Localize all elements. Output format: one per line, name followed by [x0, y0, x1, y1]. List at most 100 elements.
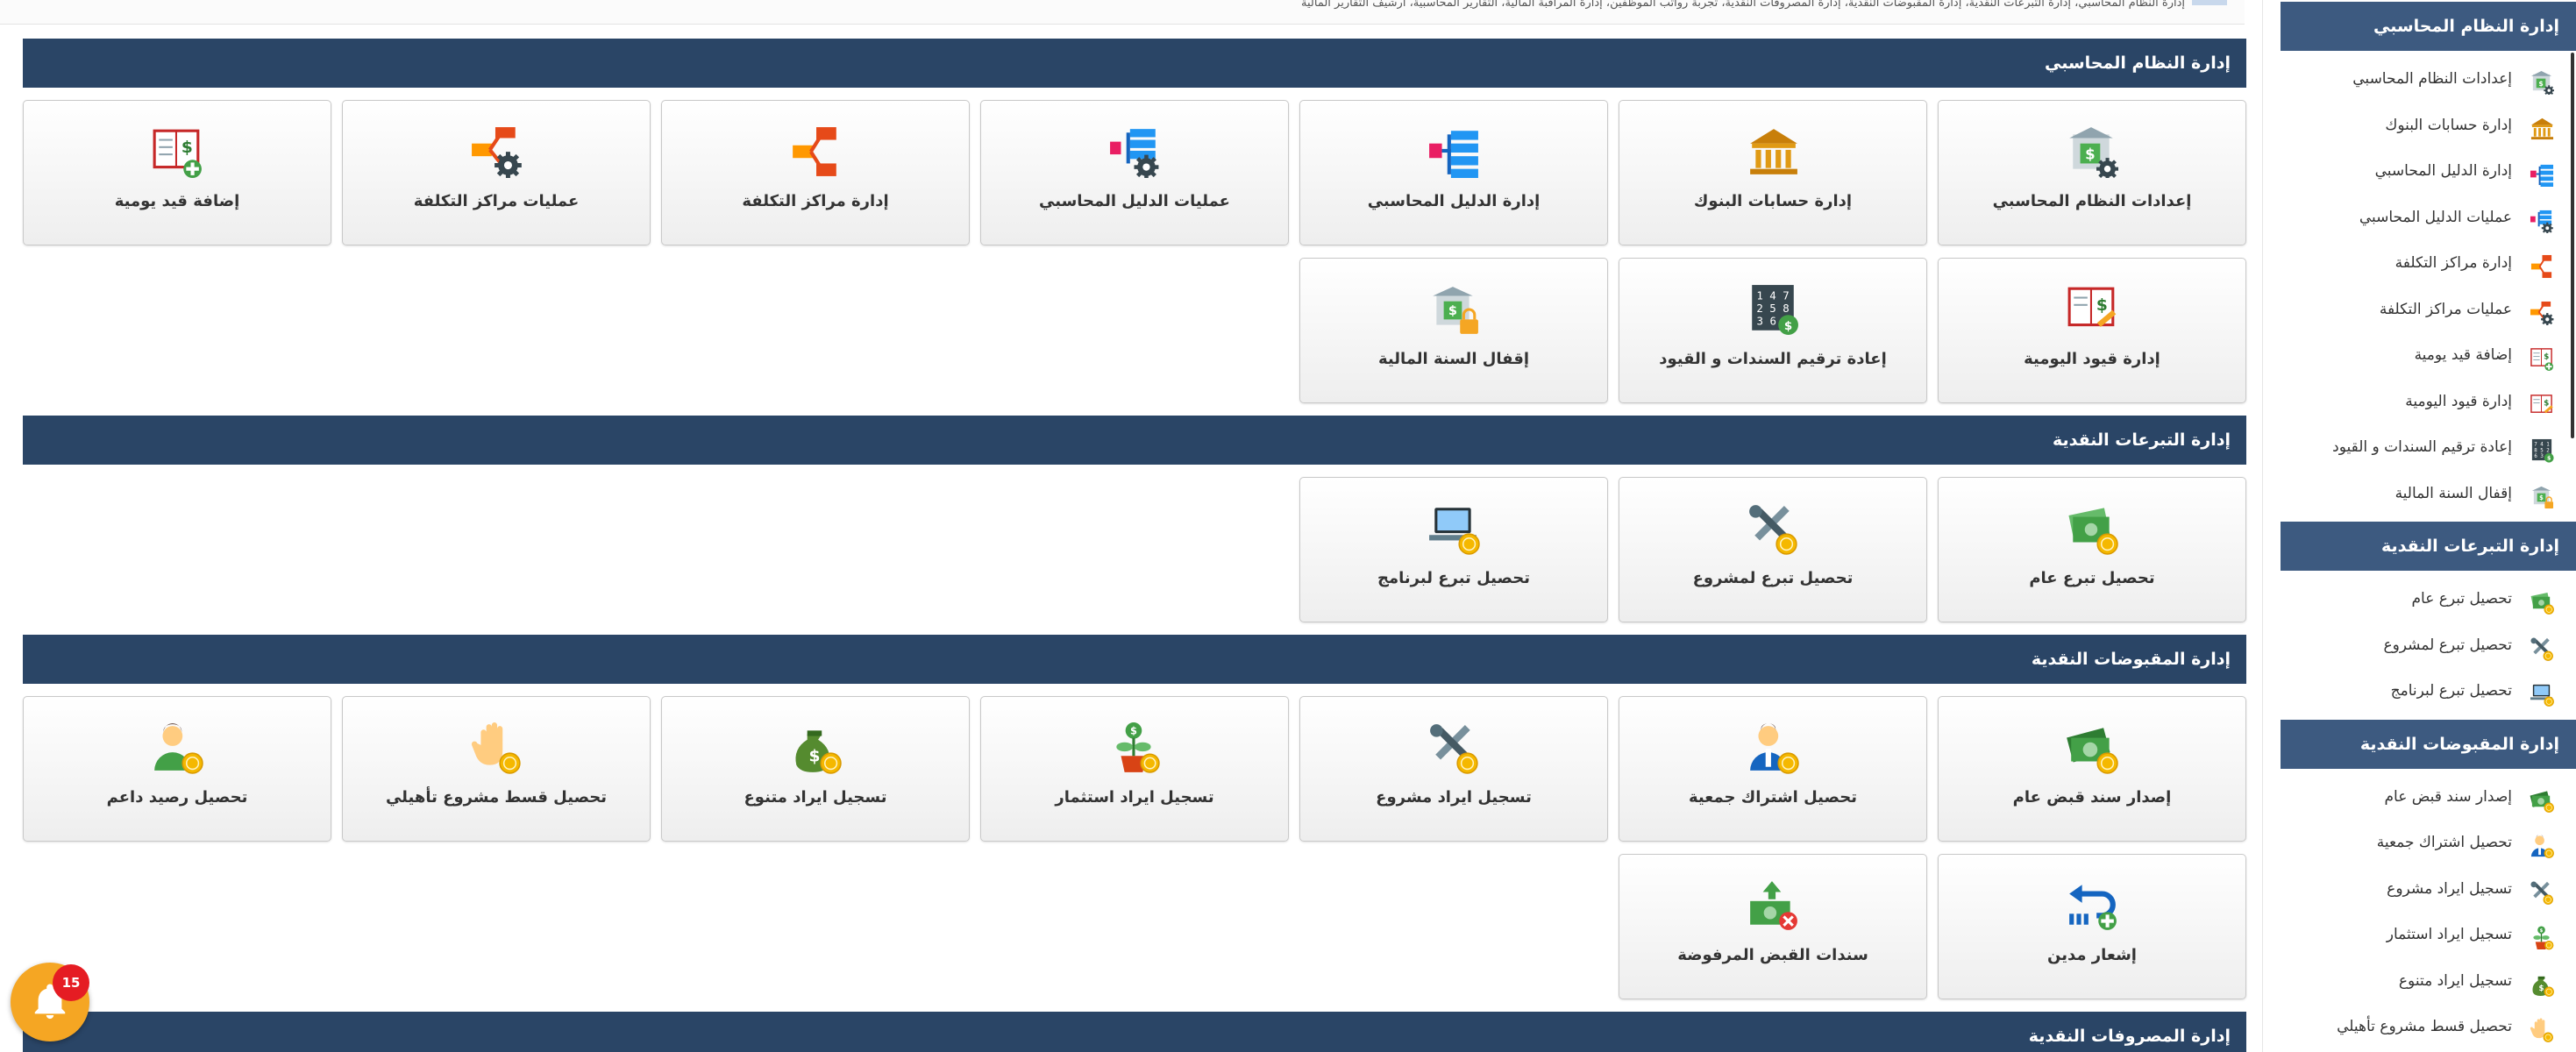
tools-coin-icon	[1747, 502, 1799, 555]
sidebar: إدارة النظام المحاسبي $ إعدادات النظام الم…	[2262, 0, 2576, 1052]
bank-settings-icon: $	[2530, 68, 2555, 96]
bank-settings-icon: $	[2066, 125, 2119, 181]
module-card-label: إضافة قيد يومية	[114, 192, 240, 210]
sidebar-item[interactable]: إدارة حسابات البنوك	[2281, 103, 2572, 148]
bank-icon	[1747, 125, 1799, 178]
sidebar-item-label: تحصيل تبرع لمشروع	[2383, 636, 2512, 654]
sidebar-item[interactable]: $ إضافة قيد يومية	[2281, 332, 2572, 378]
module-card-label: تحصيل تبرع لبرنامج	[1377, 569, 1530, 587]
svg-text:$: $	[2540, 928, 2544, 934]
svg-text:2 5 8: 2 5 8	[1756, 302, 1789, 315]
bank-icon	[2530, 114, 2554, 139]
sidebar-item[interactable]: 1 4 72 5 83 6 $ إعادة ترقيم السندات و القي…	[2281, 424, 2572, 470]
module-card[interactable]: تحصيل قسط مشروع تأهيلي	[342, 696, 651, 842]
module-card-label: إدارة حسابات البنوك	[1693, 192, 1853, 210]
sidebar-item-label: تحصيل اشتراك جمعية	[2376, 834, 2512, 851]
sidebar-item-label: تسجيل ايراد مشروع	[2387, 879, 2512, 898]
module-card-label: تحصيل اشتراك جمعية	[1689, 788, 1857, 807]
svg-text:$: $	[2085, 146, 2096, 162]
module-card[interactable]: عمليات الدليل المحاسبي	[980, 100, 1289, 245]
sidebar-item-label: إدارة مراكز التكلفة	[2395, 254, 2512, 272]
svg-text:$: $	[181, 139, 193, 157]
sidebar-item-label: إعادة ترقيم السندات و القيود	[2332, 438, 2512, 456]
module-card-label: إدارة قيود اليومية	[2024, 350, 2160, 368]
moneybag-coin-icon: $	[789, 721, 842, 774]
module-card[interactable]: إشعار مدين	[1938, 854, 2246, 999]
module-card[interactable]: $ تسجيل ايراد متنوع	[661, 696, 970, 842]
module-card-label: إعدادات النظام المحاسبي	[1992, 192, 2192, 210]
module-card-label: تسجيل ايراد استثمار	[1055, 788, 1214, 807]
sidebar-group-header[interactable]: إدارة التبرعات النقدية	[2281, 522, 2576, 571]
module-card[interactable]: تحصيل رصيد داعم	[23, 696, 331, 842]
share-icon	[789, 125, 842, 178]
module-card[interactable]: سندات القبض المرفوضة	[1619, 854, 1927, 999]
module-card[interactable]: تسجيل ايراد مشروع	[1299, 696, 1608, 842]
renumber-icon: 1 4 72 5 83 6 $	[1747, 283, 1799, 336]
module-card-label: إصدار سند قبض عام	[2012, 788, 2172, 807]
module-card[interactable]: تحصيل تبرع لبرنامج	[1299, 477, 1608, 622]
hierarchy-gear-icon	[2530, 206, 2554, 234]
sidebar-item[interactable]: $ تسجيل ايراد استثمار	[2281, 912, 2572, 957]
sidebar-item[interactable]: $ تسجيل ايراد متنوع	[2281, 958, 2572, 1004]
module-card[interactable]: 1 4 72 5 83 6 $ إعادة ترقيم السندات و الق…	[1619, 258, 1927, 403]
sidebar-item[interactable]: $ إدارة قيود اليومية	[2281, 379, 2572, 424]
sidebar-item-label: تحصيل تبرع لبرنامج	[2390, 682, 2512, 700]
module-card[interactable]: تحصيل تبرع عام	[1938, 477, 2246, 622]
sidebar-item[interactable]: تحصيل تبرع لمشروع	[2281, 622, 2572, 668]
share-icon	[2530, 252, 2554, 279]
module-card[interactable]: تحصيل تبرع لمشروع	[1619, 477, 1927, 622]
breadcrumb-text: إدارة النظام المحاسبي، إدارة التبرعات ال…	[1301, 0, 2185, 10]
sidebar-item[interactable]: تسجيل ايراد مشروع	[2281, 866, 2572, 912]
svg-text:2 5 8: 2 5 8	[2534, 448, 2549, 453]
sidebar-item-label: إدارة حسابات البنوك	[2385, 116, 2512, 134]
hierarchy-gear-icon	[1108, 125, 1161, 180]
module-card[interactable]: $ إدارة قيود اليومية	[1938, 258, 2246, 403]
sidebar-item[interactable]: تحصيل تبرع لبرنامج	[2281, 668, 2572, 714]
sidebar-item[interactable]: تحصيل اشتراك جمعية	[2281, 820, 2572, 865]
main-content: إدارة النظام المحاسبي، إدارة التبرعات ال…	[0, 0, 2262, 1052]
sidebar-group-header[interactable]: إدارة المقبوضات النقدية	[2281, 719, 2576, 769]
plant-coin-icon: $	[2530, 923, 2554, 950]
moneybag-coin-icon: $	[2530, 970, 2554, 997]
module-card[interactable]: عمليات مراكز التكلفة	[342, 100, 651, 245]
sidebar-item[interactable]: إصدار سند قبض عام	[2281, 774, 2572, 820]
tools-coin-icon	[1427, 721, 1480, 774]
sidebar-item[interactable]: عمليات مراكز التكلفة	[2281, 287, 2572, 332]
svg-text:$: $	[2096, 296, 2108, 315]
section-header: إدارة النظام المحاسبي	[23, 39, 2246, 88]
sidebar-item-label: إعدادات النظام المحاسبي	[2352, 70, 2512, 88]
sidebar-item[interactable]: إدارة الدليل المحاسبي	[2281, 148, 2572, 194]
sidebar-item[interactable]: $ إقفال السنة المالية	[2281, 471, 2572, 516]
module-card[interactable]: $ تسجيل ايراد استثمار	[980, 696, 1289, 842]
sidebar-item[interactable]: تحصيل تبرع عام	[2281, 576, 2572, 622]
sidebar-group-header[interactable]: إدارة النظام المحاسبي	[2281, 2, 2576, 51]
module-card[interactable]: إدارة مراكز التكلفة	[661, 100, 970, 245]
module-card[interactable]: $ إضافة قيد يومية	[23, 100, 331, 245]
sidebar-item[interactable]: $ إعدادات النظام المحاسبي	[2281, 56, 2572, 102]
module-card-label: عمليات مراكز التكلفة	[413, 192, 580, 210]
module-card[interactable]: تحصيل اشتراك جمعية	[1619, 696, 1927, 842]
sidebar-item[interactable]: تحصيل قسط مشروع تأهيلي	[2281, 1004, 2572, 1049]
bank-lock-icon: $	[1427, 283, 1480, 336]
bank-lock-icon: $	[2530, 482, 2554, 508]
hierarchy-icon	[1427, 125, 1480, 178]
svg-text:1 4 7: 1 4 7	[1756, 289, 1789, 302]
ledger-add-icon: $	[151, 125, 203, 178]
module-card[interactable]: إدارة حسابات البنوك	[1619, 100, 1927, 245]
module-card[interactable]: إصدار سند قبض عام	[1938, 696, 2246, 842]
module-card-label: إعادة ترقيم السندات و القيود	[1659, 350, 1887, 368]
module-card[interactable]: $ إعدادات النظام المحاسبي	[1938, 100, 2246, 245]
notification-count-badge: 15	[53, 964, 89, 1001]
ledger-edit-icon: $	[2066, 283, 2118, 336]
module-card[interactable]: إدارة الدليل المحاسبي	[1299, 100, 1608, 245]
laptop-coin-icon	[2530, 679, 2554, 707]
cash-coin-icon	[2530, 587, 2554, 615]
sidebar-item[interactable]: إدارة مراكز التكلفة	[2281, 240, 2572, 286]
sidebar-item-label: تحصيل قسط مشروع تأهيلي	[2337, 1018, 2512, 1035]
hand-coin-icon	[2530, 1015, 2554, 1042]
sidebar-item[interactable]: عمليات الدليل المحاسبي	[2281, 195, 2572, 240]
module-card-label: تسجيل ايراد متنوع	[744, 788, 887, 807]
money-coin-icon	[2530, 785, 2554, 813]
module-card[interactable]: $ إقفال السنة المالية	[1299, 258, 1608, 403]
renumber-icon: 1 4 72 5 83 6 $	[2530, 436, 2554, 463]
